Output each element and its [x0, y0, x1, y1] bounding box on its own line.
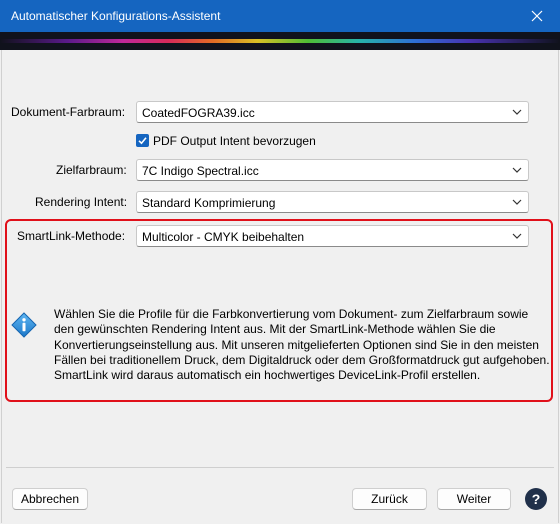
document-color-space-label: Dokument-Farbraum: [11, 105, 126, 119]
footer-separator [6, 467, 554, 468]
target-color-space-label: Zielfarbraum: [56, 163, 127, 177]
help-button[interactable]: ? [525, 488, 547, 510]
close-icon [531, 10, 543, 22]
header-banner [0, 32, 560, 50]
document-color-space-select[interactable]: CoatedFOGRA39.icc [136, 101, 529, 123]
pdf-output-intent-label[interactable]: PDF Output Intent bevorzugen [153, 134, 316, 148]
smartlink-method-label: SmartLink-Methode: [17, 229, 126, 243]
target-color-space-select[interactable]: 7C Indigo Spectral.icc [136, 159, 529, 181]
cancel-button[interactable]: Abbrechen [12, 488, 88, 510]
back-button[interactable]: Zurück [352, 488, 427, 510]
target-color-space-value: 7C Indigo Spectral.icc [142, 164, 259, 178]
info-icon [11, 312, 37, 338]
chevron-down-icon [512, 167, 522, 173]
chevron-down-icon [512, 109, 522, 115]
chevron-down-icon [512, 199, 522, 205]
title-bar: Automatischer Konfigurations-Assistent [0, 0, 560, 32]
close-button[interactable] [514, 0, 560, 32]
smartlink-method-value: Multicolor - CMYK beibehalten [142, 230, 305, 244]
window-title: Automatischer Konfigurations-Assistent [11, 9, 221, 23]
info-description: Wählen Sie die Profile für die Farbkonve… [54, 307, 550, 383]
document-color-space-value: CoatedFOGRA39.icc [142, 106, 255, 120]
rendering-intent-select[interactable]: Standard Komprimierung [136, 191, 529, 213]
next-button[interactable]: Weiter [437, 488, 511, 510]
color-spectrum-strip [0, 39, 560, 43]
smartlink-method-select[interactable]: Multicolor - CMYK beibehalten [136, 225, 529, 247]
pdf-output-intent-checkbox[interactable] [136, 134, 149, 147]
rendering-intent-label: Rendering Intent: [35, 195, 128, 209]
chevron-down-icon [512, 233, 522, 239]
checkmark-icon [138, 137, 147, 145]
rendering-intent-value: Standard Komprimierung [142, 196, 276, 210]
